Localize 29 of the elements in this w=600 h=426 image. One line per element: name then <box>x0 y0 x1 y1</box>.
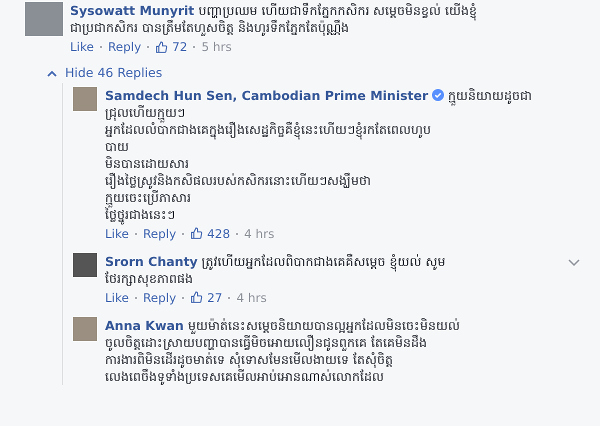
timestamp: 4 hrs <box>244 226 274 243</box>
reply-link[interactable]: Reply <box>108 38 142 56</box>
thumbs-up-icon <box>155 40 168 54</box>
timestamp: 5 hrs <box>201 39 232 56</box>
chevron-down-icon[interactable] <box>568 258 580 267</box>
author-link[interactable]: Srorn Chanty <box>105 254 198 269</box>
timestamp: 4 hrs <box>236 290 267 307</box>
like-link[interactable]: Like <box>105 288 129 307</box>
like-link[interactable]: Like <box>105 224 129 243</box>
like-count: 428 <box>207 226 230 243</box>
hide-replies-link[interactable]: Hide 46 Replies <box>65 64 162 83</box>
thumbs-up-icon <box>190 291 204 304</box>
thumbs-up-icon <box>190 227 204 240</box>
comment-text: Anna Kwan មួយម៉ាត់នេះសម្តេចនិយាយបានល្អអ្នកដែលមិនចេះមិនយល់ ចូលចិត្តដោះស្រាយបញ្ហាបានធ្វើមិចអោយលឿនជូនពួកគេ តែគេមិនដឹង ការងារពិមិនដើរដូចមាត់ទេ សុំទោសមែនមើលងាយទេ តែសុំចិត្ត លេងពេចឹងទូទាំងប្រទេសគេមើលអាប់អោនណាស់លោកដែល <box>105 316 461 385</box>
author-link[interactable]: Samdech Hun Sen, Cambodian Prime Minister <box>105 88 428 103</box>
like-link[interactable]: Like <box>70 38 94 56</box>
avatar <box>73 252 97 277</box>
like-count: 27 <box>207 290 222 307</box>
author-link[interactable]: Anna Kwan <box>105 318 184 333</box>
like-count: 72 <box>172 39 188 56</box>
reply-link[interactable]: Reply <box>142 288 176 307</box>
comment-text: Samdech Hun Sen, Cambodian Prime Minister ក្មួយនិយាយដូចជា ជ្រុលហើយក្មួយៗ អ្នកដែលលំបាកជាងគេក្នុងរឿងសេដ្ឋកិច្ចគឺខ្ញុំនេះហើយៗខ្ញុំរកតែពេលហូប បាយ មិនបានដោយសារ រឿងថ្លៃស្រូវនិងកសិផលរបស់កសិករនោះហើយៗសង្ឃឹមថា ក្មួយចេះប្រើភាសារ ថ្លៃថ្នូរជាងនេះៗ <box>105 86 580 223</box>
comment-text: Srorn Chanty ត្រូវហើយអ្នកដែលពិបាកជាងគេគឺសម្តេច ខ្ញុំយល់ សូម ថែរក្សាសុខភាពផង <box>105 252 447 287</box>
avatar <box>25 2 63 36</box>
avatar <box>73 86 97 111</box>
author-link[interactable]: Sysowatt Munyrit <box>70 3 194 18</box>
comment-text: Sysowatt Munyrit បញ្ហាប្រឈម ហើយជាទឹកភ្នែកកសិករ សម្តេចមិនខ្វល់ យើងខ្ញុំ ជាប្រជាកសិករ បានត្រឹមតែហួសចិត្ត និងហូរទឹកភ្នែកតែប៉ុណ្ណឹង <box>70 2 478 36</box>
avatar <box>73 316 97 341</box>
reply-link[interactable]: Reply <box>142 224 176 243</box>
